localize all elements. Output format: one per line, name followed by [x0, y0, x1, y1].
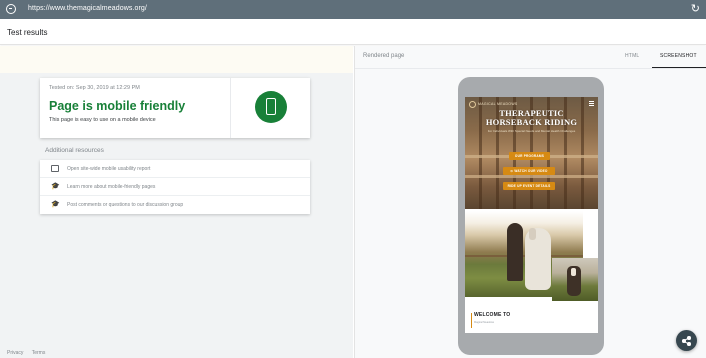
event-details-button: RIDE UP EVENT DETAILS: [503, 182, 555, 190]
horse-figure: [567, 266, 581, 296]
globe-icon: [6, 4, 16, 14]
card-divider: [230, 78, 231, 138]
site-logo: MAGICAL MEADOWS: [478, 102, 518, 106]
our-programs-button: OUR PROGRAMS: [509, 152, 550, 160]
resource-label: Post comments or questions to our discus…: [67, 202, 184, 208]
resource-learn-more[interactable]: 🎓 Learn more about mobile-friendly pages: [40, 178, 310, 196]
share-button[interactable]: [676, 330, 697, 351]
welcome-accent-bar: [471, 313, 473, 328]
site-title-line2: HORSEBACK RIDING: [485, 117, 578, 127]
graduation-cap-icon: 🎓: [51, 183, 60, 190]
tested-on-text: Tested on: Sep 30, 2019 at 12:29 PM: [49, 85, 140, 91]
graduation-cap-icon: 🎓: [51, 201, 60, 208]
watch-video-button: ⊙ WATCH OUR VIDEO: [503, 167, 555, 175]
tab-divider: [355, 68, 706, 69]
horse-rider-photo: [552, 258, 598, 301]
resource-label: Learn more about mobile-friendly pages: [67, 184, 156, 190]
results-banner: [0, 46, 353, 73]
fence-rail: [465, 175, 598, 178]
tab-html[interactable]: HTML: [625, 53, 639, 59]
fence-rail: [465, 255, 583, 257]
title-bar: Test results: [0, 19, 706, 45]
welcome-subheading: Magical Meadows: [474, 321, 495, 324]
welcome-heading: WELCOME TO: [474, 312, 511, 318]
smartphone-icon: [266, 98, 276, 115]
terms-link[interactable]: Terms: [32, 350, 46, 356]
result-headline: Page is mobile friendly: [49, 99, 186, 113]
site-hero: MAGICAL MEADOWS THERAPEUTIC HORSEBACK RI…: [465, 97, 598, 209]
resources-card: Open site-wide mobile usability report 🎓…: [40, 160, 310, 214]
rider-figure: [507, 223, 523, 281]
browser-url-bar: https://www.themagicalmeadows.org/ ↻: [0, 0, 706, 19]
footer-links: Privacy Terms: [7, 350, 52, 356]
mobile-friendly-badge: [255, 91, 287, 123]
horse-figure: [525, 228, 551, 290]
resource-usability-report[interactable]: Open site-wide mobile usability report: [40, 160, 310, 178]
rendered-page-label: Rendered page: [363, 53, 405, 59]
site-tagline: For Individuals With Special Needs and M…: [487, 129, 576, 133]
tab-screenshot[interactable]: SCREENSHOT: [660, 53, 697, 59]
browser-window-icon: [51, 165, 59, 172]
additional-resources-heading: Additional resources: [45, 147, 104, 154]
reload-icon[interactable]: ↻: [691, 2, 700, 16]
resource-discussion-group[interactable]: 🎓 Post comments or questions to our disc…: [40, 196, 310, 214]
site-logo-icon: [469, 101, 476, 108]
rendered-screenshot: MAGICAL MEADOWS THERAPEUTIC HORSEBACK RI…: [465, 97, 598, 333]
result-subtext: This page is easy to use on a mobile dev…: [49, 117, 156, 123]
resource-label: Open site-wide mobile usability report: [67, 166, 151, 172]
result-card: Tested on: Sep 30, 2019 at 12:29 PM Page…: [40, 78, 310, 138]
hamburger-menu-icon: [589, 101, 594, 106]
privacy-link[interactable]: Privacy: [7, 350, 23, 356]
url-text[interactable]: https://www.themagicalmeadows.org/: [28, 5, 147, 12]
page-title: Test results: [7, 28, 48, 37]
